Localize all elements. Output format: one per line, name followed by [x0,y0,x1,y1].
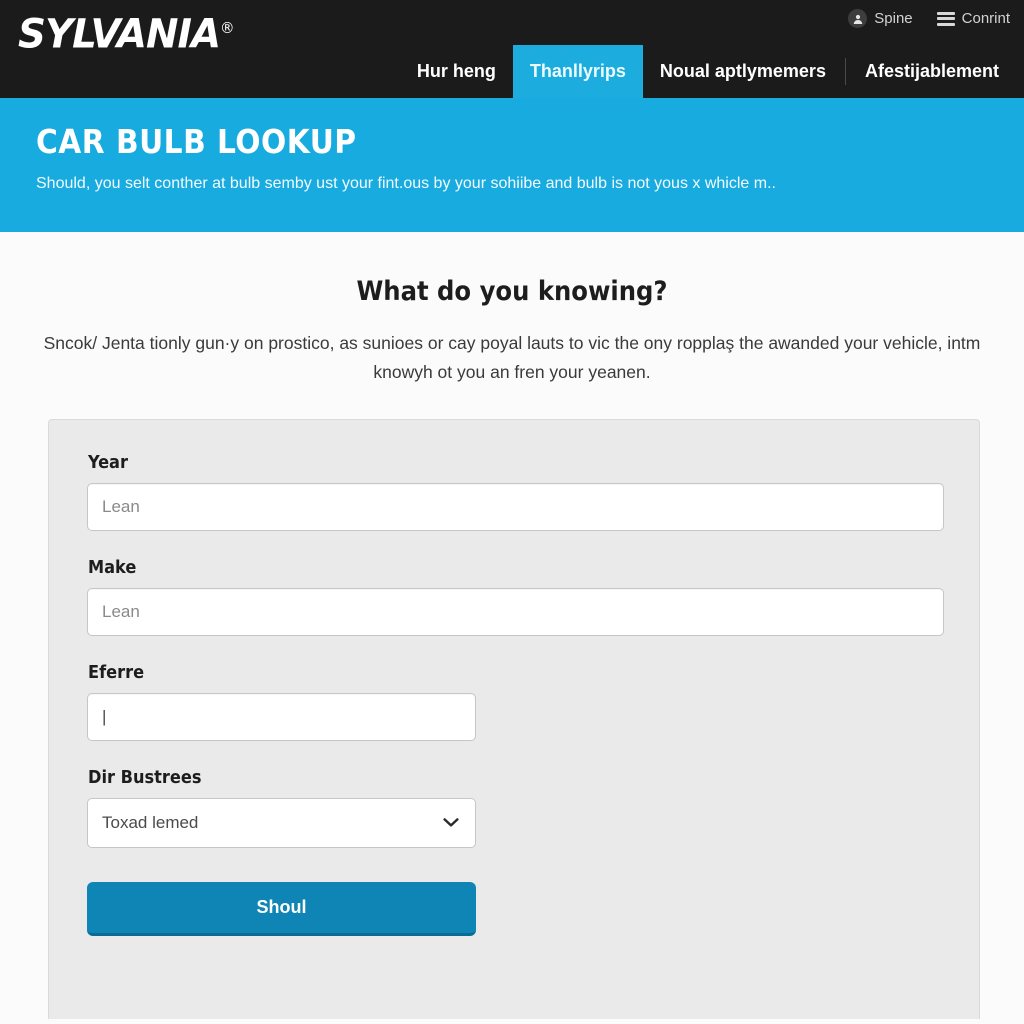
make-input[interactable]: Lean [87,588,944,636]
account-link[interactable]: Spine [848,9,913,28]
hamburger-menu-icon [936,11,955,26]
nav-item-2-active[interactable]: Thanllyrips [512,45,643,98]
site-header: SYLVANIA® Spine Conrint Hur heng Thanlly… [0,0,1024,98]
bulb-lookup-form: Year Lean Make Lean Eferre | Dir Bustree… [48,419,980,1019]
intro-section: What do you knowing? Sncok/ Jenta tionly… [0,232,1024,387]
nav-item-4[interactable]: Afestijablement [848,45,1016,98]
account-avatar-icon [848,9,868,28]
intro-paragraph: Sncok/ Jenta tionly gun·y on prostico, a… [43,333,981,382]
nav-item-3[interactable]: Noual aptlymemers [643,45,843,98]
field-dir-bustrees: Dir Bustrees Toxad lemed [87,767,941,848]
hero-subtitle: Should, you selt conther at bulb semby u… [36,175,776,192]
submit-button[interactable]: Shoul [87,882,476,936]
sylvania-logo[interactable]: SYLVANIA® [18,6,235,58]
chevron-down-icon [443,813,459,833]
menu-label: Conrint [961,9,1010,27]
header-utility-bar: Spine Conrint [848,9,1010,28]
field-year-label: Year [88,452,128,473]
field-dir-bustrees-label: Dir Bustrees [88,767,202,788]
page-title: CAR BULB LOOKUP [36,122,357,161]
field-make-label: Make [88,557,137,578]
field-eferre-label: Eferre [88,662,145,683]
dir-bustrees-select[interactable]: Toxad lemed [87,798,476,848]
nav-separator [844,58,846,85]
hero-banner: CAR BULB LOOKUP Should, you selt conther… [0,98,1024,232]
field-make: Make Lean [87,557,944,636]
intro-heading: What do you knowing? [356,276,668,307]
text-cursor: | [102,707,107,726]
nav-item-1[interactable]: Hur heng [400,45,513,98]
menu-toggle[interactable]: Conrint [936,9,1010,27]
page-root: SYLVANIA® Spine Conrint Hur heng Thanlly… [0,0,1024,1024]
field-year: Year Lean [87,452,944,531]
main-navigation: Hur heng Thanllyrips Noual aptlymemers A… [400,45,1016,98]
account-label: Spine [874,9,913,27]
year-input[interactable]: Lean [87,483,944,531]
registered-trademark-icon: ® [220,19,235,37]
logo-wordmark: SYLVANIA [18,11,221,58]
field-eferre: Eferre | [87,662,941,741]
eferre-input[interactable]: | [87,693,476,741]
dir-bustrees-selected-value: Toxad lemed [102,813,199,832]
